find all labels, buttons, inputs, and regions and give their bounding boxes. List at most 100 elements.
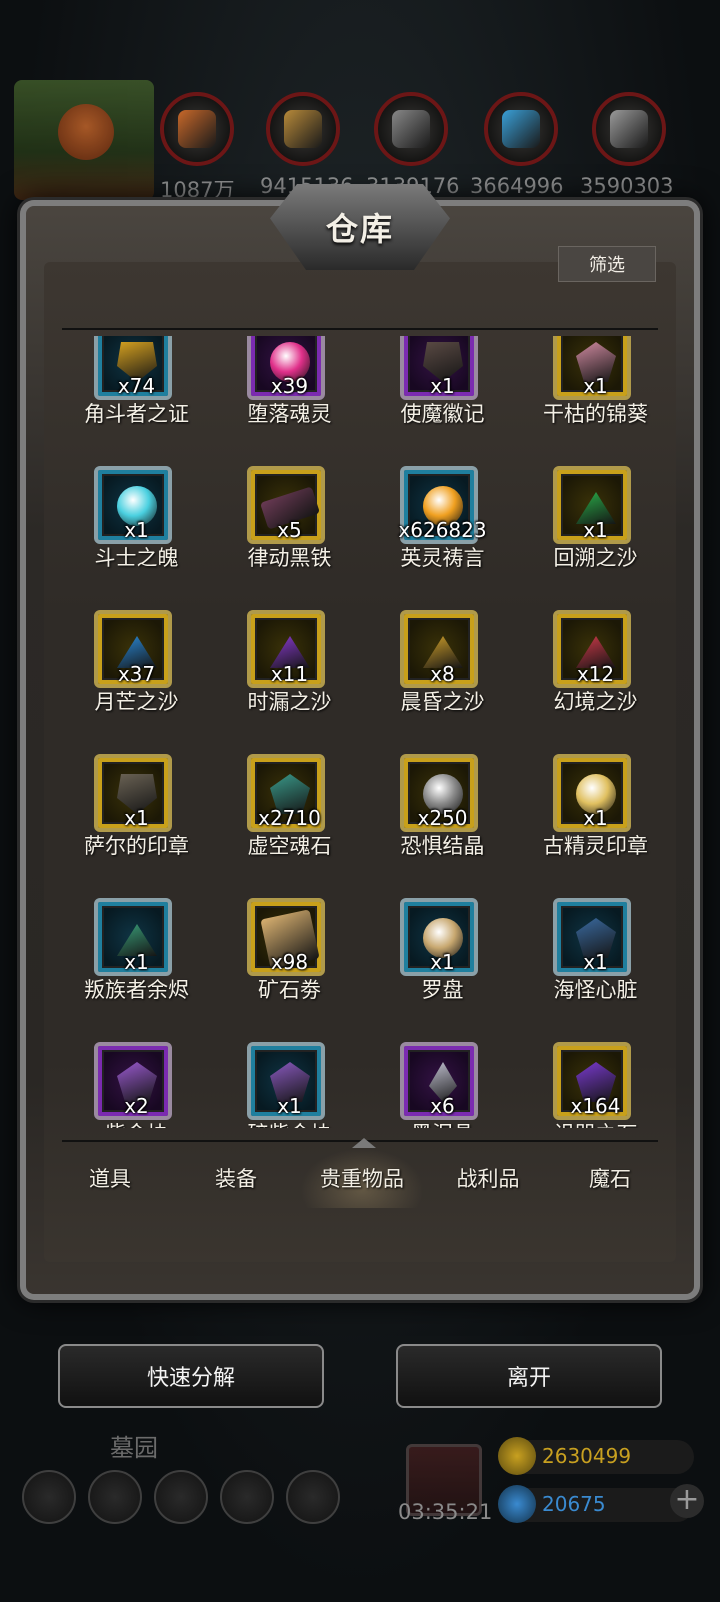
item-count: x39 [270,374,309,398]
item-cell[interactable]: x1 使魔徽记 [366,336,519,452]
item-count: x1 [583,518,608,542]
item-cell[interactable]: x8 晨昏之沙 [366,610,519,740]
item-name: 英灵祷言 [400,546,485,570]
resource-bar: 1087万 9415136 3139176 3664996 3590303 [0,80,720,202]
gem-value: 20675 [542,1492,606,1516]
wood-icon[interactable] [266,92,340,166]
wood-icon-graphic [284,110,322,148]
item-count: x6 [430,1094,455,1118]
item-cell[interactable]: x1 干枯的锦葵 [519,336,672,452]
meat-icon[interactable] [160,92,234,166]
gold-counter: 2630499 [498,1437,694,1475]
item-count: x1 [277,1094,302,1118]
item-cell[interactable]: x2710 虚空魂石 [213,754,366,884]
map-icon[interactable] [154,1470,208,1524]
item-count: x11 [270,662,309,686]
item-cell[interactable]: x626823 英灵祷言 [366,466,519,596]
item-grid[interactable]: x74 角斗者之证 x39 堕落魂灵 x1 使魔徽记 x1 干枯的锦葵 x1 斗士之魄 x5 律动黑铁… [60,336,672,1128]
item-count: x1 [583,950,608,974]
item-cell[interactable]: x1 古精灵印章 [519,754,672,884]
item-name: 恐惧结晶 [400,834,485,858]
divider [62,328,658,330]
item-cell[interactable]: x164诅咒之石 [519,1042,672,1128]
item-name: 回溯之沙 [553,546,638,570]
item-count: x1 [583,374,608,398]
gold-coin-icon [498,1437,536,1475]
menu-icon[interactable] [88,1470,142,1524]
guild-icon[interactable] [286,1470,340,1524]
crystal-icon-graphic [502,110,540,148]
item-count: x1 [583,806,608,830]
item-name: 古精灵印章 [543,834,648,858]
item-count: x1 [124,518,149,542]
tab-loot[interactable]: 战利品 [426,1148,550,1208]
item-cell[interactable]: x1 叛族者余烬 [60,898,213,1028]
item-cell[interactable]: x1 罗盘 [366,898,519,1028]
item-cell[interactable]: x1碎紫金块 [213,1042,366,1128]
item-name: 月芒之沙 [94,690,179,714]
item-cell[interactable]: x6黑泪晶 [366,1042,519,1128]
item-count: x8 [430,662,455,686]
item-count: x98 [270,950,309,974]
item-name: 堕落魂灵 [247,402,332,426]
iron-icon-graphic [610,110,648,148]
warehouse-panel: 仓库 筛选 x74 角斗者之证 x39 堕落魂灵 x1 使魔徽记 x1 干枯的锦葵 x1 斗士之魄… [20,184,700,1310]
item-cell[interactable]: x74 角斗者之证 [60,336,213,452]
filter-button[interactable]: 筛选 [558,246,656,282]
item-count: x2710 [258,806,321,830]
item-cell[interactable]: x39 堕落魂灵 [213,336,366,452]
iron-icon[interactable] [592,92,666,166]
item-count: x1 [430,374,455,398]
tab-valuables[interactable]: 贵重物品 [300,1148,424,1208]
item-cell[interactable]: x1 斗士之魄 [60,466,213,596]
item-name: 碎紫金块 [213,1118,366,1128]
item-count: x1 [124,806,149,830]
item-name: 幻境之沙 [553,690,638,714]
active-tab-caret [352,1138,376,1148]
item-cell[interactable]: x250 恐惧结晶 [366,754,519,884]
tab-equipment[interactable]: 装备 [174,1148,298,1208]
meat-icon-graphic [178,110,216,148]
tab-magic-stone[interactable]: 魔石 [548,1148,672,1208]
stone-icon-graphic [392,110,430,148]
item-count: x1 [124,950,149,974]
item-cell[interactable]: x12 幻境之沙 [519,610,672,740]
item-name: 晨昏之沙 [400,690,485,714]
mail-icon[interactable] [220,1470,274,1524]
item-name: 干枯的锦葵 [543,402,648,426]
add-currency-button[interactable]: + [670,1484,704,1518]
item-count: x2 [124,1094,149,1118]
item-cell[interactable]: x2紫金块 [60,1042,213,1128]
tab-items[interactable]: 道具 [48,1148,172,1208]
gem-icon [498,1485,536,1523]
item-name: 虚空魂石 [247,834,332,858]
crystal-icon[interactable] [484,92,558,166]
item-count: x74 [117,374,156,398]
item-cell[interactable]: x37 月芒之沙 [60,610,213,740]
leave-button[interactable]: 离开 [396,1344,662,1408]
gem-counter: 20675 [498,1485,694,1523]
item-count: x626823 [398,518,487,542]
item-name: 紫金块 [60,1118,213,1128]
item-name: 叛族者余烬 [84,978,189,1002]
item-cell[interactable]: x11 时漏之沙 [213,610,366,740]
item-cell[interactable]: x1 回溯之沙 [519,466,672,596]
player-avatar[interactable] [14,80,154,200]
item-name: 矿石劵 [258,978,321,1002]
stone-icon[interactable] [374,92,448,166]
item-name: 角斗者之证 [84,402,189,426]
item-count: x12 [576,662,615,686]
item-cell[interactable]: x1 萨尔的印章 [60,754,213,884]
category-tabs: 道具 装备 贵重物品 战利品 魔石 [48,1138,672,1218]
item-cell[interactable]: x98 矿石劵 [213,898,366,1028]
item-name: 使魔徽记 [400,402,485,426]
item-name: 海怪心脏 [553,978,638,1002]
quick-decompose-button[interactable]: 快速分解 [58,1344,324,1408]
item-cell[interactable]: x5 律动黑铁 [213,466,366,596]
item-cell[interactable]: x1 海怪心脏 [519,898,672,1028]
item-count: x37 [117,662,156,686]
item-name: 律动黑铁 [247,546,332,570]
item-count: x1 [430,950,455,974]
settings-icon[interactable] [22,1470,76,1524]
item-name: 时漏之沙 [247,690,332,714]
